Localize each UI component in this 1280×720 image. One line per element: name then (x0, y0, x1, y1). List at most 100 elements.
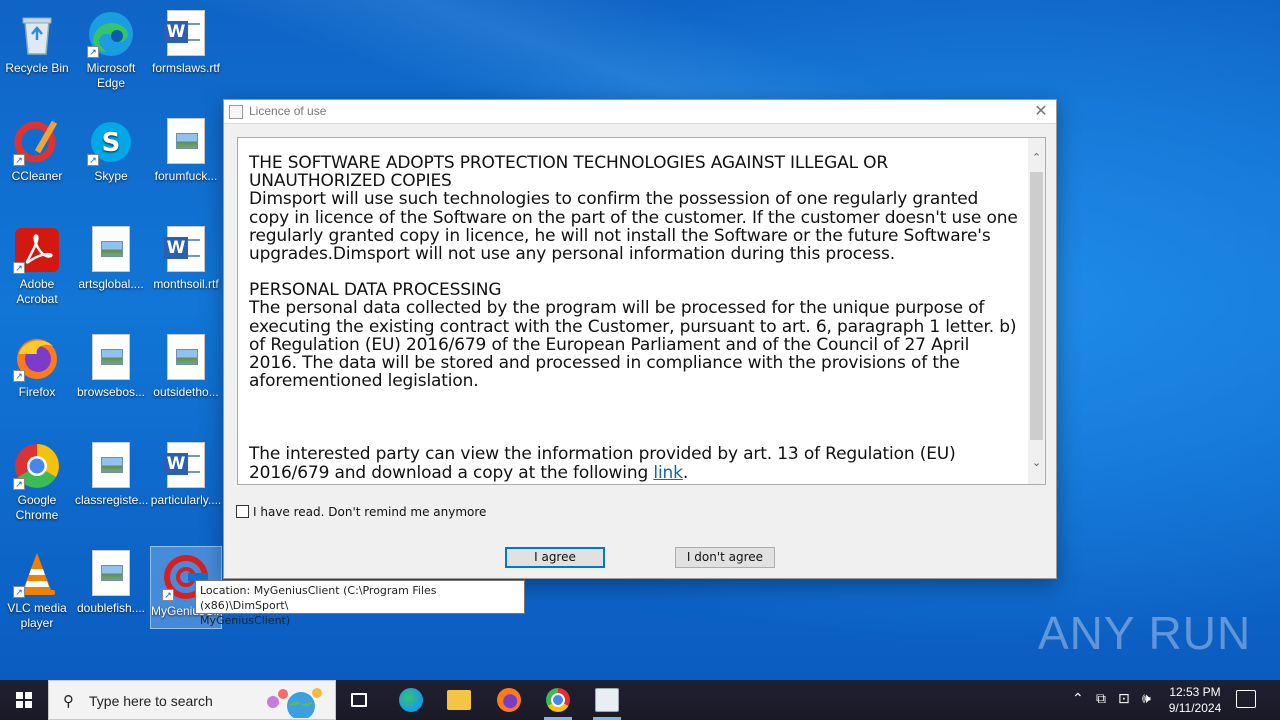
search-icon: ⚲ (63, 693, 74, 710)
desktop-icon-doublefish[interactable]: doublefish.... (75, 544, 147, 616)
agree-button[interactable]: I agree (505, 547, 605, 568)
start-button[interactable] (0, 680, 48, 720)
watermark-text: ANY RUN (1038, 607, 1252, 659)
skype-icon: S ↗ (87, 118, 135, 166)
image-file-icon (87, 550, 135, 598)
paragraph-information: The interested party can view the inform… (249, 445, 1021, 483)
desktop-icon-artsglobal[interactable]: artsglobal.... (75, 220, 147, 292)
anyrun-watermark: ANY RUN (1038, 606, 1251, 672)
shortcut-arrow-icon: ↗ (87, 46, 99, 58)
desktop-icon-label: Skype (94, 169, 128, 183)
taskbar-search-box[interactable]: ⚲ Type here to search (48, 680, 336, 720)
taskbar-chrome[interactable] (538, 680, 578, 720)
close-button[interactable]: ✕ (1030, 102, 1052, 122)
desktop-icon-monthsoil[interactable]: W monthsoil.rtf (150, 220, 222, 292)
desktop-icon-label: browsebos... (76, 385, 146, 399)
dont-remind-checkbox[interactable] (236, 505, 249, 518)
dont-remind-row[interactable]: I have read. Don't remind me anymore (236, 505, 486, 519)
desktop-icon-skype[interactable]: S ↗ Skype (75, 112, 147, 184)
tooltip-line-1: Location: MyGeniusClient (C:\Program Fil… (200, 584, 437, 612)
shortcut-arrow-icon: ↗ (13, 262, 25, 274)
licence-text-box[interactable]: THE SOFTWARE ADOPTS PROTECTION TECHNOLOG… (237, 137, 1046, 485)
firefox-icon: ↗ (13, 334, 61, 382)
edge-icon: ↗ (87, 10, 135, 58)
desktop-icon-firefox[interactable]: ↗ Firefox (1, 328, 73, 400)
desktop-icon-label: classregiste... (75, 493, 149, 507)
tooltip-line-2: MyGeniusClient) (200, 614, 291, 627)
adobe-acrobat-icon: ↗ (13, 226, 61, 274)
desktop-icon-label: forumfuck... (154, 169, 218, 183)
system-tray: ⌃ ⧉ ⊡ 🕪 (1070, 680, 1160, 720)
firefox-icon (497, 688, 521, 712)
chevron-up-icon[interactable]: ⌃ (1072, 690, 1084, 707)
shortcut-arrow-icon: ↗ (162, 589, 174, 601)
image-file-icon (87, 334, 135, 382)
paragraph-protection: Dimsport will use such technologies to c… (249, 189, 1018, 265)
network-device-icon[interactable]: ⧉ (1096, 690, 1106, 707)
desktop-icon-google-chrome[interactable]: ↗ Google Chrome (1, 436, 73, 523)
scroll-up-icon[interactable]: ⌃ (1028, 150, 1045, 167)
desktop-icon-label: Adobe Acrobat (16, 277, 58, 306)
licence-dialog: Licence of use ✕ THE SOFTWARE ADOPTS PRO… (223, 99, 1057, 579)
desktop-icon-label: Recycle Bin (5, 61, 69, 75)
task-view-icon (351, 693, 367, 707)
information-link[interactable]: link (653, 463, 683, 483)
taskbar-clock[interactable]: 12:53 PM 9/11/2024 (1160, 684, 1230, 716)
scroll-thumb[interactable] (1030, 172, 1043, 440)
svg-text:S: S (102, 128, 121, 158)
paragraph-personal-data: The personal data collected by the progr… (249, 298, 1017, 392)
taskbar-edge[interactable] (391, 680, 431, 720)
heading-protection: THE SOFTWARE ADOPTS PROTECTION TECHNOLOG… (249, 153, 889, 192)
shortcut-arrow-icon: ↗ (87, 154, 99, 166)
desktop-icon-ccleaner[interactable]: ↗ CCleaner (1, 112, 73, 184)
desktop-icon-particularly[interactable]: W particularly.... (150, 436, 222, 508)
ccleaner-icon: ↗ (13, 118, 61, 166)
dialog-titlebar[interactable]: Licence of use ✕ (224, 100, 1056, 124)
dont-remind-label: I have read. Don't remind me anymore (253, 505, 487, 519)
notification-icon[interactable] (1236, 690, 1256, 708)
network-icon[interactable]: ⊡ (1118, 690, 1130, 707)
task-view-button[interactable] (346, 680, 374, 720)
desktop-icon-recycle-bin[interactable]: Recycle Bin (1, 4, 73, 76)
clock-time: 12:53 PM (1169, 685, 1221, 699)
disagree-button[interactable]: I don't agree (675, 547, 775, 568)
desktop-icon-label: outsidetho... (153, 385, 219, 399)
desktop-icon-browsebos[interactable]: browsebos... (75, 328, 147, 400)
volume-icon[interactable]: 🕪 (1142, 690, 1151, 707)
paragraph-end: . (682, 462, 689, 483)
taskbar-firefox[interactable] (489, 680, 529, 720)
desktop-icon-formslaws[interactable]: W formslaws.rtf (150, 4, 222, 76)
desktop-icon-classregiste[interactable]: classregiste... (75, 436, 149, 508)
desktop-icon-forumfuck[interactable]: forumfuck... (150, 112, 222, 184)
window-app-icon (595, 688, 619, 712)
desktop-icon-edge[interactable]: ↗ Microsoft Edge (75, 4, 147, 91)
edge-icon (399, 688, 423, 712)
desktop-icon-label: Google Chrome (15, 493, 59, 522)
word-document-icon: W (162, 442, 210, 490)
windows-logo-icon (16, 692, 32, 708)
vertical-scrollbar[interactable]: ⌃ ⌄ (1028, 138, 1045, 484)
search-highlight-icon (267, 688, 322, 718)
desktop-icon-adobe-acrobat[interactable]: ↗ Adobe Acrobat (1, 220, 73, 307)
desktop-icon-outsidetho[interactable]: outsidetho... (150, 328, 222, 400)
desktop-icon-label: CCleaner (11, 169, 63, 183)
desktop-icon-label: particularly.... (150, 493, 222, 507)
location-tooltip: Location: MyGeniusClient (C:\Program Fil… (195, 580, 525, 627)
desktop-icon-vlc[interactable]: ↗ VLC media player (1, 544, 73, 631)
taskbar-licence-window[interactable] (587, 680, 627, 720)
shortcut-arrow-icon: ↗ (13, 586, 25, 598)
app-icon (229, 105, 243, 119)
folder-icon (447, 690, 471, 710)
vlc-icon: ↗ (13, 550, 61, 598)
image-file-icon (162, 334, 210, 382)
scroll-down-icon[interactable]: ⌄ (1028, 455, 1045, 472)
clock-date: 9/11/2024 (1168, 701, 1222, 715)
image-file-icon (87, 226, 135, 274)
chrome-icon (546, 688, 570, 712)
word-document-icon: W (162, 226, 210, 274)
recycle-bin-icon (13, 10, 61, 58)
image-file-icon (162, 118, 210, 166)
close-icon: ✕ (1034, 103, 1048, 120)
taskbar: ⚲ Type here to search ⌃ ⧉ ⊡ 🕪 12:53 PM 9… (0, 680, 1280, 720)
taskbar-file-explorer[interactable] (439, 680, 479, 720)
